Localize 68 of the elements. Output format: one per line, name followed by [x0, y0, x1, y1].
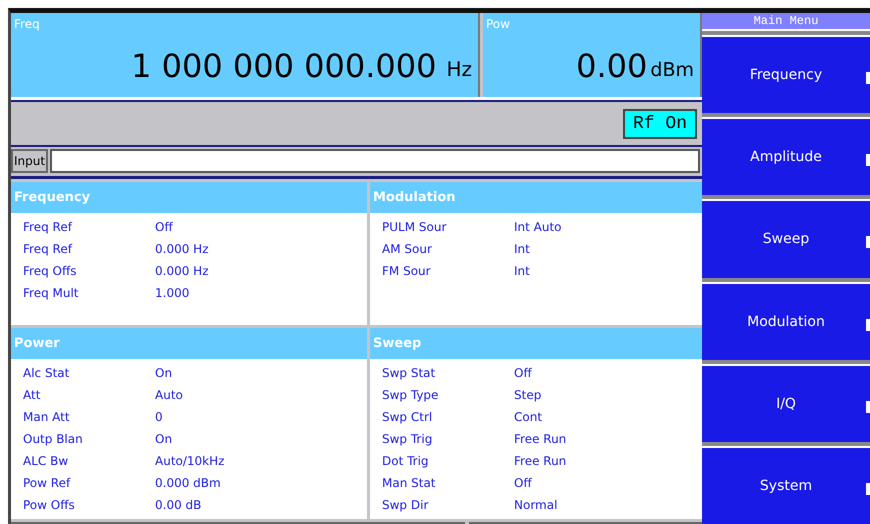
parameter-label: Swp Type [382, 387, 440, 403]
parameter-value: Off [155, 219, 174, 235]
input-label: Input [11, 149, 48, 174]
rf-on-button[interactable]: Rf On [622, 108, 697, 139]
menu-button[interactable]: System [702, 446, 870, 524]
parameter-value: On [155, 431, 174, 447]
parameter-label: Swp Dir [382, 497, 430, 513]
display-value: 1 000 000 000.000 [131, 47, 436, 86]
parameter-value: Int [514, 241, 531, 257]
edge-marker-icon [866, 154, 870, 166]
display-label: Freq [14, 17, 40, 31]
edge-marker-icon [866, 318, 870, 331]
menu-title: Main Menu [702, 13, 870, 31]
parameter-label: Man Att [23, 409, 71, 425]
parameter-value: 0.00 dB [155, 497, 202, 513]
parameter-label: Pow Offs [23, 497, 76, 513]
parameter-label: FM Sour [382, 263, 432, 279]
panel-title: Power [11, 328, 367, 359]
parameter-label: Freq Ref [23, 219, 74, 235]
parameter-value: 0.000 Hz [155, 241, 210, 257]
parameter-label: PULM Sour [382, 219, 448, 235]
menu-button[interactable]: Amplitude [702, 117, 870, 196]
parameter-label: Swp Trig [382, 431, 434, 447]
parameter-value: Off [514, 475, 533, 491]
parameter-value: Auto [155, 387, 184, 403]
menu-button[interactable]: I/Q [702, 364, 870, 442]
menu-button[interactable]: Frequency [702, 35, 870, 114]
display-value: 0.00 [576, 47, 648, 86]
parameter-label: Att [23, 387, 42, 403]
parameter-value: Cont [514, 409, 544, 425]
parameter-label: ALC Bw [23, 453, 70, 469]
parameter-value: Auto/10kHz [155, 453, 226, 469]
display-unit: dBm [650, 59, 694, 82]
parameter-label: Freq Ref [23, 241, 74, 257]
parameter-label: Alc Stat [23, 365, 70, 381]
parameter-label: Man Stat [382, 475, 437, 491]
parameter-label: Freq Mult [23, 285, 80, 301]
display-unit: Hz [446, 57, 472, 82]
parameter-value: Int Auto [514, 219, 563, 235]
parameter-value: Int [514, 263, 531, 279]
panel-title: Sweep [370, 328, 702, 359]
parameter-value: Off [514, 365, 533, 381]
parameter-label: Dot Trig [382, 453, 430, 469]
menu-button[interactable]: Sweep [702, 199, 870, 278]
parameter-value: On [155, 365, 174, 381]
parameter-value: Free Run [514, 431, 568, 447]
menu-button[interactable]: Modulation [702, 282, 870, 360]
panel-title: Modulation [370, 182, 702, 213]
parameter-value: Step [514, 387, 542, 403]
parameter-value: Free Run [514, 453, 568, 469]
parameter-label: Freq Offs [23, 263, 78, 279]
parameter-label: Swp Ctrl [382, 409, 434, 425]
edge-marker-icon [866, 236, 870, 248]
parameter-label: Swp Stat [382, 365, 436, 381]
edge-marker-icon [866, 400, 870, 413]
parameter-value: 0 [155, 409, 164, 425]
edge-marker-icon [866, 72, 870, 84]
display-label: Pow [486, 17, 510, 31]
parameter-label: Pow Ref [23, 475, 72, 491]
parameter-value: Normal [514, 497, 558, 513]
parameter-value: 1.000 [155, 285, 190, 301]
panel-title: Frequency [11, 182, 367, 213]
parameter-value: 0.000 Hz [155, 263, 210, 279]
edge-marker-icon [866, 482, 870, 495]
parameter-label: AM Sour [382, 241, 433, 257]
parameter-label: Outp Blan [23, 431, 84, 447]
parameter-value: 0.000 dBm [155, 475, 222, 491]
input-field[interactable] [50, 149, 700, 174]
